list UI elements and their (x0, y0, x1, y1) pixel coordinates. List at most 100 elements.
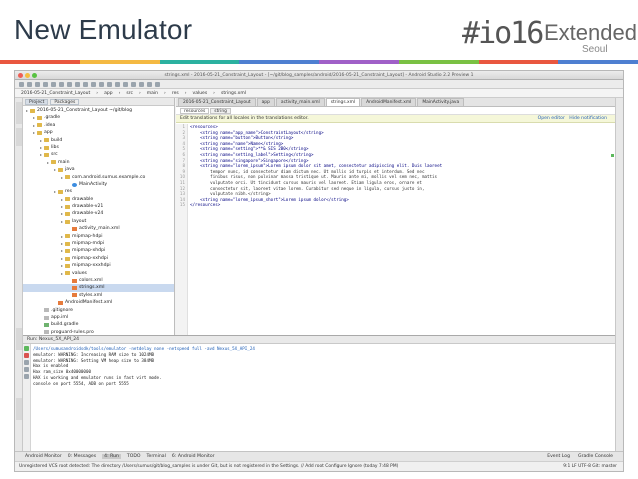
status-info[interactable]: 9:1 LF UTF-8 Git: master (559, 462, 617, 471)
tree-item[interactable]: ▸ libs (23, 144, 174, 151)
project-tool-tab[interactable] (16, 102, 22, 124)
folder-icon (58, 167, 63, 172)
tree-item[interactable]: ▸ .idea (23, 122, 174, 129)
code-area[interactable]: 1 2 3 4 5 6 7 8 9 10 11 12 13 14 15 <resources> <strin… (176, 124, 615, 335)
tool-window-button[interactable]: 0: Messages (68, 454, 96, 459)
paste-icon[interactable] (75, 82, 80, 87)
breadcrumb-item[interactable]: 2016-05-21_Constraint_Layout (19, 91, 92, 96)
breadcrumb-item[interactable]: src (124, 91, 135, 96)
cut-icon[interactable] (59, 82, 64, 87)
save-icon[interactable] (27, 82, 32, 87)
tree-item[interactable]: ▸ mipmap-mdpi (23, 240, 174, 247)
tree-item[interactable]: activity_main.xml (23, 225, 174, 232)
tool-window-button[interactable]: Gradle Console (578, 454, 613, 459)
run-icon[interactable] (123, 82, 128, 87)
editor-tab[interactable]: activity_main.xml (275, 98, 325, 106)
tool-window-button[interactable]: Terminal (146, 454, 165, 459)
breadcrumb-item[interactable]: app (102, 91, 114, 96)
folder-icon (65, 249, 70, 254)
tree-item[interactable]: styles.xml (23, 292, 174, 299)
xml-structure-tab[interactable]: resources (180, 107, 210, 114)
copy-icon[interactable] (67, 82, 72, 87)
tree-item[interactable]: ▸ mipmap-xhdpi (23, 247, 174, 254)
tree-item[interactable]: ▸ app (23, 129, 174, 136)
open-editor-link[interactable]: Open editor (538, 116, 565, 121)
tree-item[interactable]: AndroidManifest.xml (23, 299, 174, 306)
breadcrumb-item[interactable]: main (145, 91, 160, 96)
replace-icon[interactable] (91, 82, 96, 87)
breadcrumb-separator-icon: › (213, 90, 215, 96)
tree-item[interactable]: colors.xml (23, 277, 174, 284)
tree-item[interactable]: ▸ src (23, 151, 174, 158)
editor-tab[interactable]: MainActivity.java (417, 98, 465, 106)
tool-window-button[interactable]: Android Monitor (25, 454, 62, 459)
print-icon[interactable] (24, 367, 29, 372)
folder-icon (65, 204, 70, 209)
tool-window-button[interactable]: 4: Run (102, 454, 121, 459)
sync-icon[interactable] (35, 82, 40, 87)
tool-window-button[interactable]: TODO (127, 454, 141, 459)
sdk-manager-icon[interactable] (139, 82, 144, 87)
trash-icon[interactable] (24, 374, 29, 379)
tree-item[interactable]: ▸ res (23, 188, 174, 195)
logo-city-text: Seoul (582, 44, 608, 55)
packages-view-tab[interactable]: Packages (50, 98, 80, 105)
tree-item[interactable]: .gitignore (23, 307, 174, 314)
tree-item[interactable]: ▸ values (23, 270, 174, 277)
open-icon[interactable] (19, 82, 24, 87)
stop-icon[interactable] (24, 353, 29, 358)
tree-item[interactable]: ▸ drawable-v24 (23, 210, 174, 217)
tree-item[interactable]: MainActivity (23, 181, 174, 188)
build-icon[interactable] (115, 82, 120, 87)
tree-item[interactable]: ▸ .gradle (23, 114, 174, 121)
breadcrumb-item[interactable]: strings.xml (219, 91, 248, 96)
tree-item[interactable]: ▸ main (23, 159, 174, 166)
tree-item[interactable]: ▸ build (23, 137, 174, 144)
tree-item[interactable]: ▸ drawable (23, 196, 174, 203)
find-icon[interactable] (83, 82, 88, 87)
tree-item[interactable]: ▸ drawable-v21 (23, 203, 174, 210)
tool-window-button[interactable]: Event Log (547, 454, 570, 459)
tool-window-button[interactable]: 6: Android Monitor (172, 454, 215, 459)
tree-item[interactable]: ▸ layout (23, 218, 174, 225)
back-icon[interactable] (99, 82, 104, 87)
editor-tab[interactable]: 2016-05-21_Constraint_Layout (178, 98, 256, 106)
file-icon (44, 330, 49, 335)
debug-icon[interactable] (131, 82, 136, 87)
build-variants-tool-tab[interactable] (16, 328, 22, 350)
breadcrumb-item[interactable]: values (191, 91, 210, 96)
tree-item[interactable]: ▸ mipmap-xxxhdpi (23, 262, 174, 269)
redo-icon[interactable] (51, 82, 56, 87)
rerun-icon[interactable] (24, 346, 29, 351)
tree-item[interactable]: ▸ com.android.sumus.example.co (23, 174, 174, 181)
tree-item[interactable]: ▸ mipmap-hdpi (23, 233, 174, 240)
tree-item[interactable]: ▸ mipmap-xxhdpi (23, 255, 174, 262)
tree-item-label: styles.xml (79, 292, 103, 298)
breadcrumb-item[interactable]: res (170, 91, 181, 96)
code-lines[interactable]: <resources> <string name="app_name">Cons… (190, 124, 615, 208)
window-titlebar: strings.xml - 2016-05-21_Constraint_Layo… (15, 71, 623, 80)
avd-manager-icon[interactable] (147, 82, 152, 87)
project-view-tab[interactable]: Project (25, 98, 49, 105)
scroll-to-end-icon[interactable] (24, 360, 29, 365)
folder-icon (58, 189, 63, 194)
forward-icon[interactable] (107, 82, 112, 87)
favorites-tool-tab[interactable] (16, 398, 22, 420)
tree-item[interactable]: ▸ java (23, 166, 174, 173)
tree-item[interactable]: app.iml (23, 314, 174, 321)
undo-icon[interactable] (43, 82, 48, 87)
editor-tab[interactable]: AndroidManifest.xml (361, 98, 417, 106)
color-stripe-segment (398, 60, 479, 64)
color-stripe-segment (558, 60, 638, 64)
tree-item[interactable]: ▸ 2016-05-21_Constraint_Layout ~/git/blog (23, 107, 174, 114)
status-message[interactable]: Unregistered VCS root detected: The dire… (19, 464, 398, 469)
editor-tab[interactable]: strings.xml (325, 98, 361, 106)
android-monitor-icon[interactable] (155, 82, 160, 87)
tree-item[interactable]: build.gradle (23, 321, 174, 328)
tree-item[interactable]: strings.xml (23, 284, 174, 292)
editor-tab[interactable]: app (256, 98, 275, 106)
xml-structure-tab[interactable]: string (210, 107, 231, 114)
hide-notification-link[interactable]: Hide notification (569, 116, 607, 121)
structure-tool-tab[interactable] (16, 128, 22, 146)
folder-icon (65, 234, 70, 239)
